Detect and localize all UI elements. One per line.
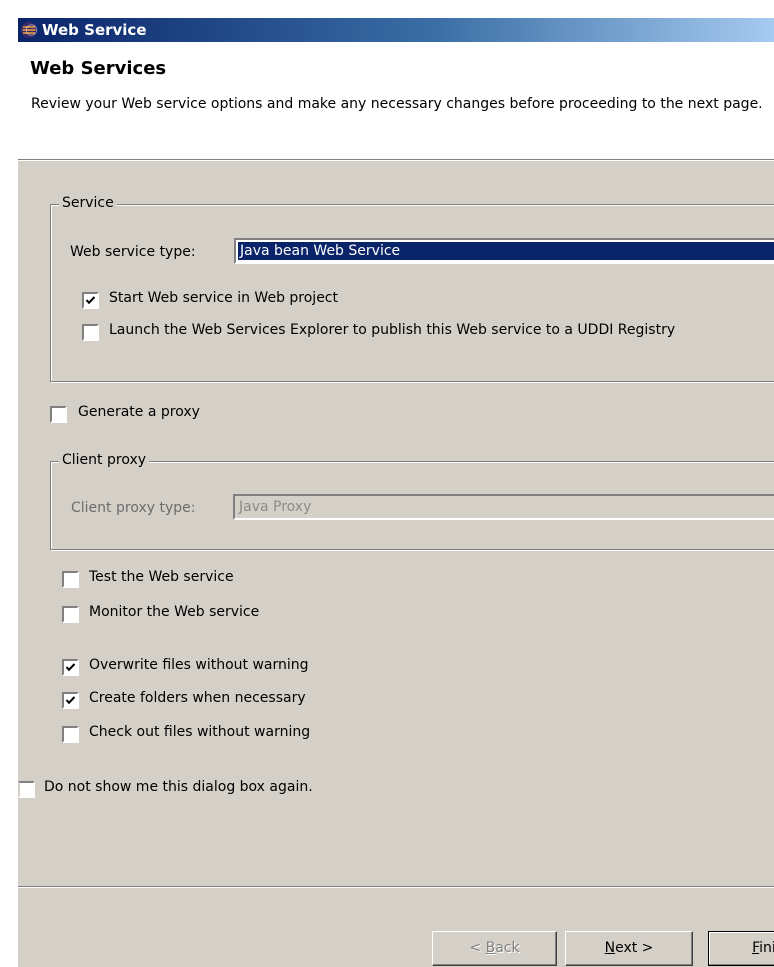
checkbox-box[interactable] <box>50 406 67 423</box>
web-service-type-label: Web service type: <box>70 244 196 260</box>
back-button-mnemonic: B <box>485 940 496 956</box>
next-button-label: ext > <box>615 940 654 956</box>
checkbox-box[interactable] <box>62 692 79 709</box>
page-description: Review your Web service options and make… <box>31 96 763 112</box>
wizard-header: Web Services Review your Web service opt… <box>18 42 774 160</box>
web-service-type-value: Java bean Web Service <box>238 242 774 260</box>
web-service-type-select[interactable]: Java bean Web Service <box>234 238 774 264</box>
checkbox-box[interactable] <box>82 292 99 309</box>
generate-proxy-label: Generate a proxy <box>78 404 200 420</box>
launch-explorer-label: Launch the Web Services Explorer to publ… <box>109 322 676 338</box>
back-button[interactable]: < Back <box>432 931 557 966</box>
web-service-dialog: Web Service Web Services Review your Web… <box>18 18 774 967</box>
title-bar[interactable]: Web Service <box>18 18 774 42</box>
eclipse-icon <box>20 21 38 39</box>
client-proxy-type-value: Java Proxy <box>239 499 312 515</box>
create-folders-label: Create folders when necessary <box>89 690 306 706</box>
next-button[interactable]: Next > <box>565 931 693 966</box>
checkmark-icon <box>85 296 96 305</box>
monitor-web-service-label: Monitor the Web service <box>89 604 260 620</box>
check-out-files-label: Check out files without warning <box>89 724 311 740</box>
overwrite-files-label: Overwrite files without warning <box>89 657 309 673</box>
test-web-service-label: Test the Web service <box>89 569 234 585</box>
checkmark-icon <box>65 663 76 672</box>
client-proxy-group-legend: Client proxy <box>59 452 150 468</box>
start-web-service-label: Start Web service in Web project <box>109 290 338 306</box>
checkbox-box[interactable] <box>62 606 79 623</box>
client-proxy-type-label: Client proxy type: <box>71 500 196 516</box>
window-title: Web Service <box>42 21 147 39</box>
checkbox-box[interactable] <box>18 781 35 798</box>
client-proxy-type-select[interactable]: Java Proxy <box>233 494 774 520</box>
header-divider <box>18 160 774 161</box>
footer-divider-highlight <box>18 887 774 888</box>
checkbox-box[interactable] <box>82 324 99 341</box>
finish-button-label: inish <box>759 940 774 956</box>
service-group-legend: Service <box>59 195 117 211</box>
next-button-mnemonic: N <box>604 940 616 956</box>
checkbox-box[interactable] <box>62 571 79 588</box>
finish-button[interactable]: Finish <box>708 931 774 966</box>
back-button-label: ack <box>495 940 520 956</box>
checkbox-box[interactable] <box>62 726 79 743</box>
dont-show-again-label: Do not show me this dialog box again. <box>44 779 313 795</box>
checkbox-box[interactable] <box>62 659 79 676</box>
checkmark-icon <box>65 696 76 705</box>
page-title: Web Services <box>30 58 167 79</box>
back-button-prefix: < <box>469 940 486 956</box>
